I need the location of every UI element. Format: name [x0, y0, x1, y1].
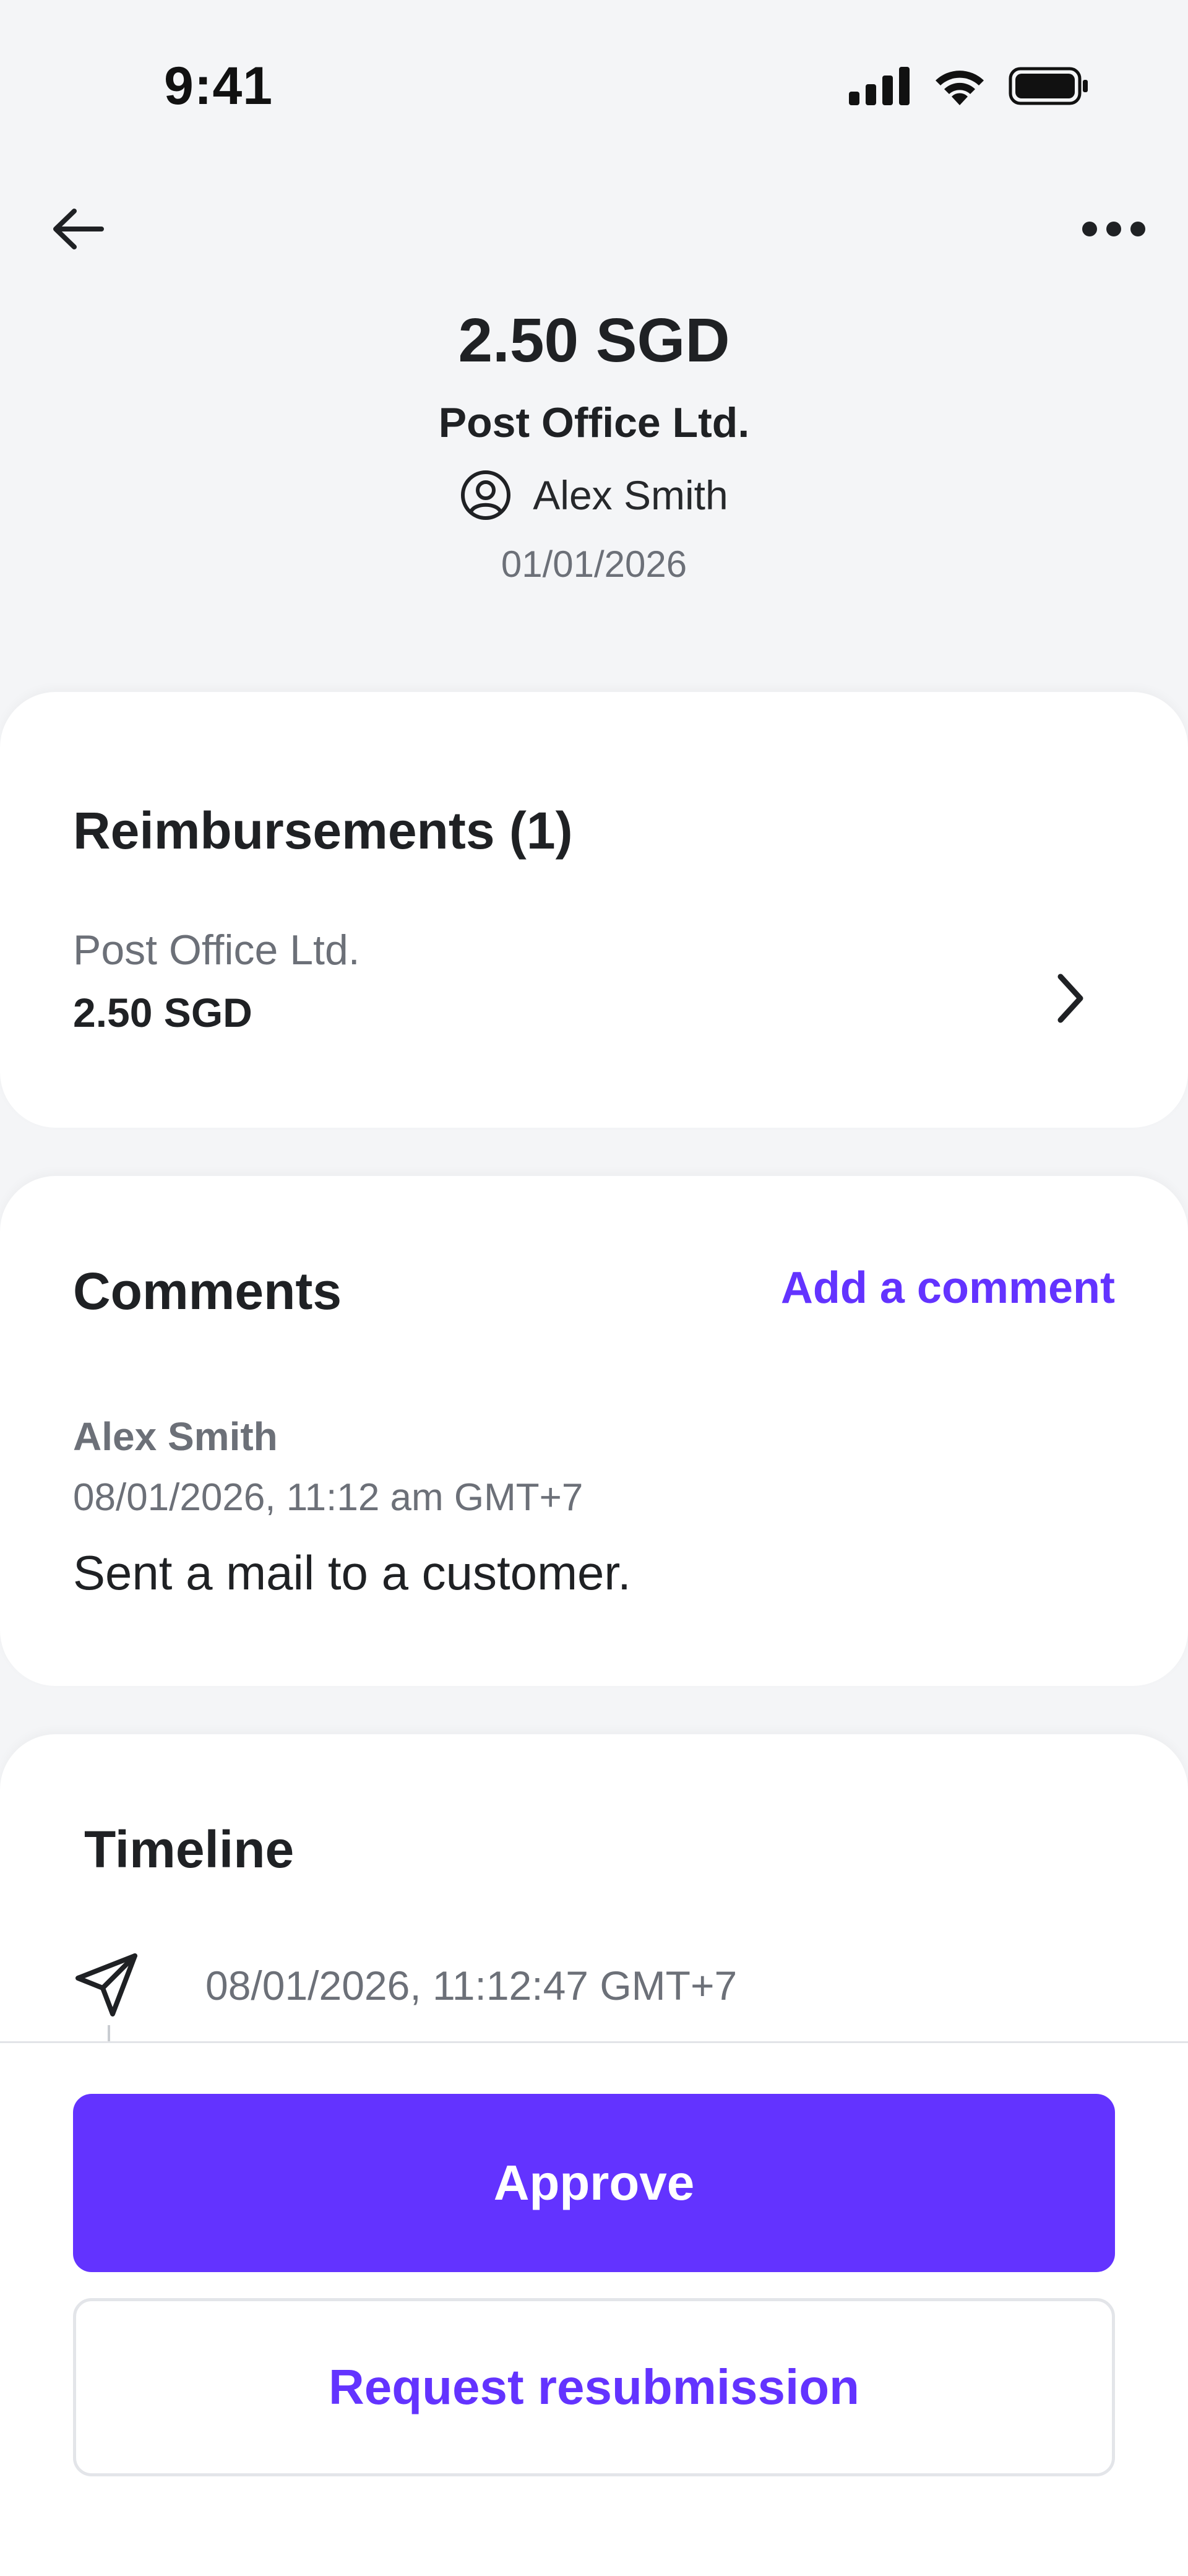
user-circle-icon: [461, 470, 511, 520]
expense-amount: 2.50 SGD: [458, 306, 730, 375]
wifi-icon: [936, 71, 984, 105]
expense-date: 01/01/2026: [501, 543, 687, 585]
submitter-name: Alex Smith: [533, 472, 728, 518]
request-resubmission-button[interactable]: Request resubmission: [73, 2298, 1115, 2476]
more-options-button[interactable]: [1077, 198, 1151, 260]
submitter-row: Alex Smith: [0, 464, 1188, 526]
action-panel: Approve Request resubmission: [0, 2041, 1188, 2576]
expense-header: 2.50 SGD Post Office Ltd. Alex Smith 01/…: [0, 297, 1188, 589]
add-comment-link[interactable]: Add a comment: [781, 1263, 1115, 1313]
battery-icon: [1009, 67, 1088, 105]
arrow-left-icon: [53, 209, 104, 249]
paper-plane-icon: [75, 1953, 137, 2016]
timeline-timestamp: 08/01/2026, 11:12:47 GMT+7: [205, 1963, 738, 2008]
expense-detail-screen: 9:41 2.50 SGD Post Office Ltd. Alex Smit…: [0, 0, 1188, 2576]
reimbursements-title: Reimbursements (1): [73, 802, 573, 860]
status-icons: [849, 67, 1089, 105]
comment-author: Alex Smith: [73, 1414, 278, 1459]
comments-title: Comments: [73, 1262, 342, 1320]
status-bar: 9:41: [0, 0, 1188, 173]
expense-merchant: Post Office Ltd.: [438, 399, 750, 446]
cellular-signal-icon: [849, 67, 910, 105]
chevron-right-icon: [1057, 974, 1083, 1023]
comment-timestamp: 08/01/2026, 11:12 am GMT+7: [73, 1476, 583, 1519]
more-horizontal-icon: [1082, 222, 1145, 236]
approve-button[interactable]: Approve: [73, 2094, 1115, 2272]
timeline-title: Timeline: [84, 1820, 295, 1878]
comment-text: Sent a mail to a customer.: [73, 1545, 631, 1600]
back-button[interactable]: [47, 198, 109, 260]
comments-card: Comments Add a comment Alex Smith 08/01/…: [0, 1176, 1188, 1686]
status-time: 9:41: [164, 56, 273, 116]
reimbursement-amount: 2.50 SGD: [73, 990, 252, 1035]
reimbursement-merchant: Post Office Ltd.: [73, 927, 360, 974]
reimbursements-card: Reimbursements (1) Post Office Ltd. 2.50…: [0, 692, 1188, 1128]
